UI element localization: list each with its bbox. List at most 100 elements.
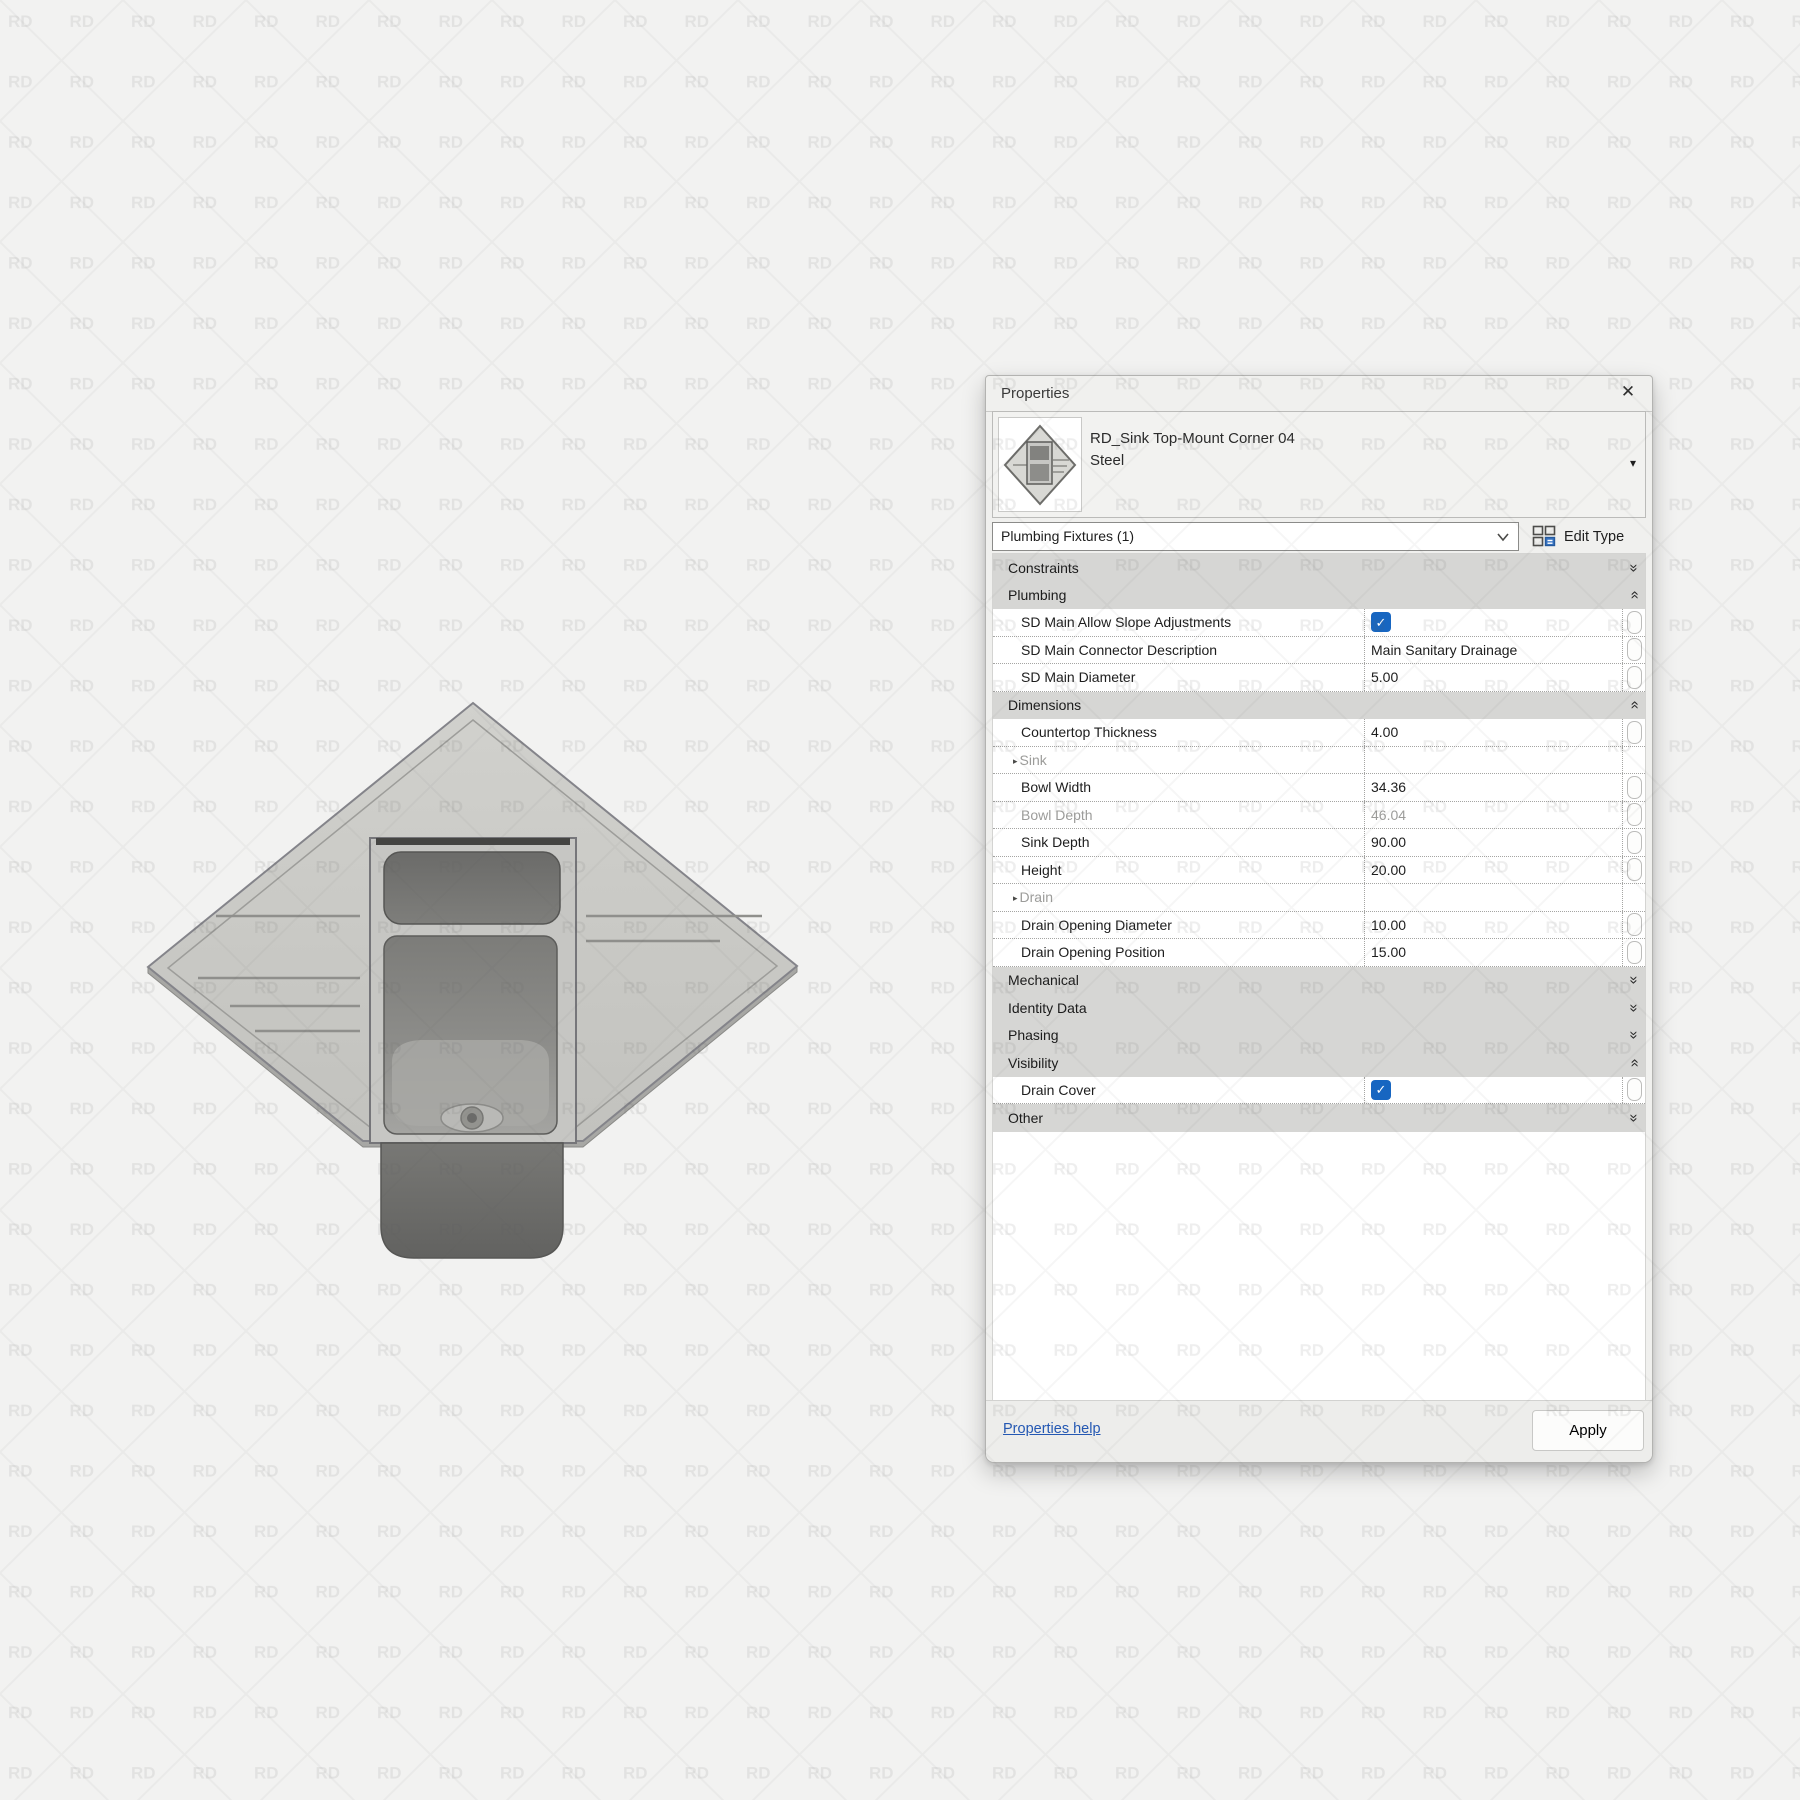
panel-titlebar[interactable]: Properties ✕ [986,376,1652,412]
gutter-cell [1622,912,1645,939]
property-label: Bowl Depth [993,807,1364,823]
associate-parameter-button[interactable] [1627,1078,1642,1101]
section-label: Visibility [993,1055,1058,1071]
gutter-cell [1622,884,1645,911]
property-value-countertop-thickness[interactable]: 4.00 [1364,719,1622,746]
gutter-cell [1622,939,1645,966]
section-header-plumbing[interactable]: Plumbing » [993,582,1645,610]
element-filter-combobox[interactable]: Plumbing Fixtures (1) [992,522,1519,551]
group-marker-icon: ▸ [1013,893,1018,903]
type-thumbnail [998,417,1082,512]
edit-type-button[interactable]: Edit Type [1532,525,1624,548]
expand-section-icon[interactable]: » [1626,1004,1641,1012]
property-label: SD Main Connector Description [993,642,1364,658]
group-row-sink: ▸Sink [993,747,1645,775]
edit-type-label: Edit Type [1564,529,1624,545]
group-marker-icon: ▸ [1013,756,1018,766]
property-label: SD Main Diameter [993,669,1364,685]
type-thumbnail-sink-icon [999,418,1081,511]
section-label: Plumbing [993,587,1066,603]
property-row-bowl-depth: Bowl Depth46.04 [993,802,1645,830]
associate-parameter-button[interactable] [1627,913,1642,936]
section-header-dimensions[interactable]: Dimensions » [993,692,1645,720]
section-header-other[interactable]: Other » [993,1104,1645,1132]
collapse-section-icon[interactable]: » [1626,591,1641,599]
property-value-sink-depth[interactable]: 90.00 [1364,829,1622,856]
section-header-phasing[interactable]: Phasing » [993,1022,1645,1050]
gutter-cell [1622,857,1645,884]
checkbox-sd-main-allow-slope-adjustments[interactable]: ✓ [1371,612,1391,632]
section-label: Other [993,1110,1043,1126]
section-label: Phasing [993,1027,1059,1043]
desktop-canvas: Properties ✕ RD_Sink Top-Mount Corner 04 [0,0,1800,1800]
property-value-sd-main-allow-slope-adjustments[interactable]: ✓ [1364,609,1622,636]
associate-parameter-button[interactable] [1627,721,1642,744]
collapse-section-icon[interactable]: » [1626,701,1641,709]
property-label: Sink Depth [993,834,1364,850]
property-value-height[interactable]: 20.00 [1364,857,1622,884]
associate-parameter-button[interactable] [1627,638,1642,661]
expand-section-icon[interactable]: » [1626,976,1641,984]
expand-section-icon[interactable]: » [1626,1114,1641,1122]
gutter-cell [1622,637,1645,664]
property-label: Bowl Width [993,779,1364,795]
property-row-drain-cover: Drain Cover✓ [993,1077,1645,1105]
property-row-drain-opening-diameter: Drain Opening Diameter10.00 [993,912,1645,940]
expand-section-icon[interactable]: » [1626,1031,1641,1039]
sink-3d-view[interactable] [120,690,820,1280]
gutter-cell [1622,802,1645,829]
property-value-bowl-depth: 46.04 [1364,802,1622,829]
property-value-sd-main-connector-description[interactable]: Main Sanitary Drainage [1364,637,1622,664]
property-value-drain-opening-position[interactable]: 15.00 [1364,939,1622,966]
collapse-section-icon[interactable]: » [1626,1059,1641,1067]
section-label: Mechanical [993,972,1079,988]
properties-panel: Properties ✕ RD_Sink Top-Mount Corner 04 [985,375,1653,1463]
property-value-drain-cover[interactable]: ✓ [1364,1077,1622,1104]
associate-parameter-button[interactable] [1627,803,1642,826]
property-value-sd-main-diameter[interactable]: 5.00 [1364,664,1622,691]
drain-opening [441,1104,503,1132]
property-label: ▸Drain [993,889,1364,905]
checkbox-drain-cover[interactable]: ✓ [1371,1080,1391,1100]
property-row-sink-depth: Sink Depth90.00 [993,829,1645,857]
property-row-drain-opening-position: Drain Opening Position15.00 [993,939,1645,967]
property-row-sd-main-allow-slope-adjustments: SD Main Allow Slope Adjustments✓ [993,609,1645,637]
property-label: Drain Opening Diameter [993,917,1364,933]
filter-selected-value: Plumbing Fixtures (1) [1001,528,1134,544]
panel-footer: Properties help Apply [986,1400,1652,1462]
property-row-sd-main-connector-description: SD Main Connector DescriptionMain Sanita… [993,637,1645,665]
property-row-sd-main-diameter: SD Main Diameter5.00 [993,664,1645,692]
associate-parameter-button[interactable] [1627,858,1642,881]
properties-help-link[interactable]: Properties help [1003,1421,1101,1437]
section-label: Dimensions [993,697,1081,713]
type-selector[interactable]: RD_Sink Top-Mount Corner 04 Steel ▾ [992,411,1646,518]
gutter-cell [1622,774,1645,801]
property-label: Countertop Thickness [993,724,1364,740]
section-header-constraints[interactable]: Constraints » [993,554,1645,582]
section-header-mechanical[interactable]: Mechanical » [993,967,1645,995]
group-row-drain: ▸Drain [993,884,1645,912]
close-icon[interactable]: ✕ [1617,381,1639,403]
gutter-cell [1622,829,1645,856]
associate-parameter-button[interactable] [1627,776,1642,799]
associate-parameter-button[interactable] [1627,941,1642,964]
section-header-visibility[interactable]: Visibility » [993,1049,1645,1077]
gutter-cell [1622,719,1645,746]
apply-button[interactable]: Apply [1532,1410,1644,1451]
type-dropdown-arrow-icon[interactable]: ▾ [1630,456,1636,470]
section-label: Constraints [993,560,1079,576]
gutter-cell [1622,609,1645,636]
gutter-cell [1622,1077,1645,1104]
section-header-identity-data[interactable]: Identity Data» [993,994,1645,1022]
associate-parameter-button[interactable] [1627,666,1642,689]
property-value-sink [1364,747,1622,774]
property-value-bowl-width[interactable]: 34.36 [1364,774,1622,801]
associate-parameter-button[interactable] [1627,831,1642,854]
property-label: Height [993,862,1364,878]
sink-cabinet [381,1143,563,1258]
associate-parameter-button[interactable] [1627,611,1642,634]
property-value-drain-opening-diameter[interactable]: 10.00 [1364,912,1622,939]
expand-section-icon[interactable]: » [1626,564,1641,572]
property-row-countertop-thickness: Countertop Thickness4.00 [993,719,1645,747]
property-label: ▸Sink [993,752,1364,768]
